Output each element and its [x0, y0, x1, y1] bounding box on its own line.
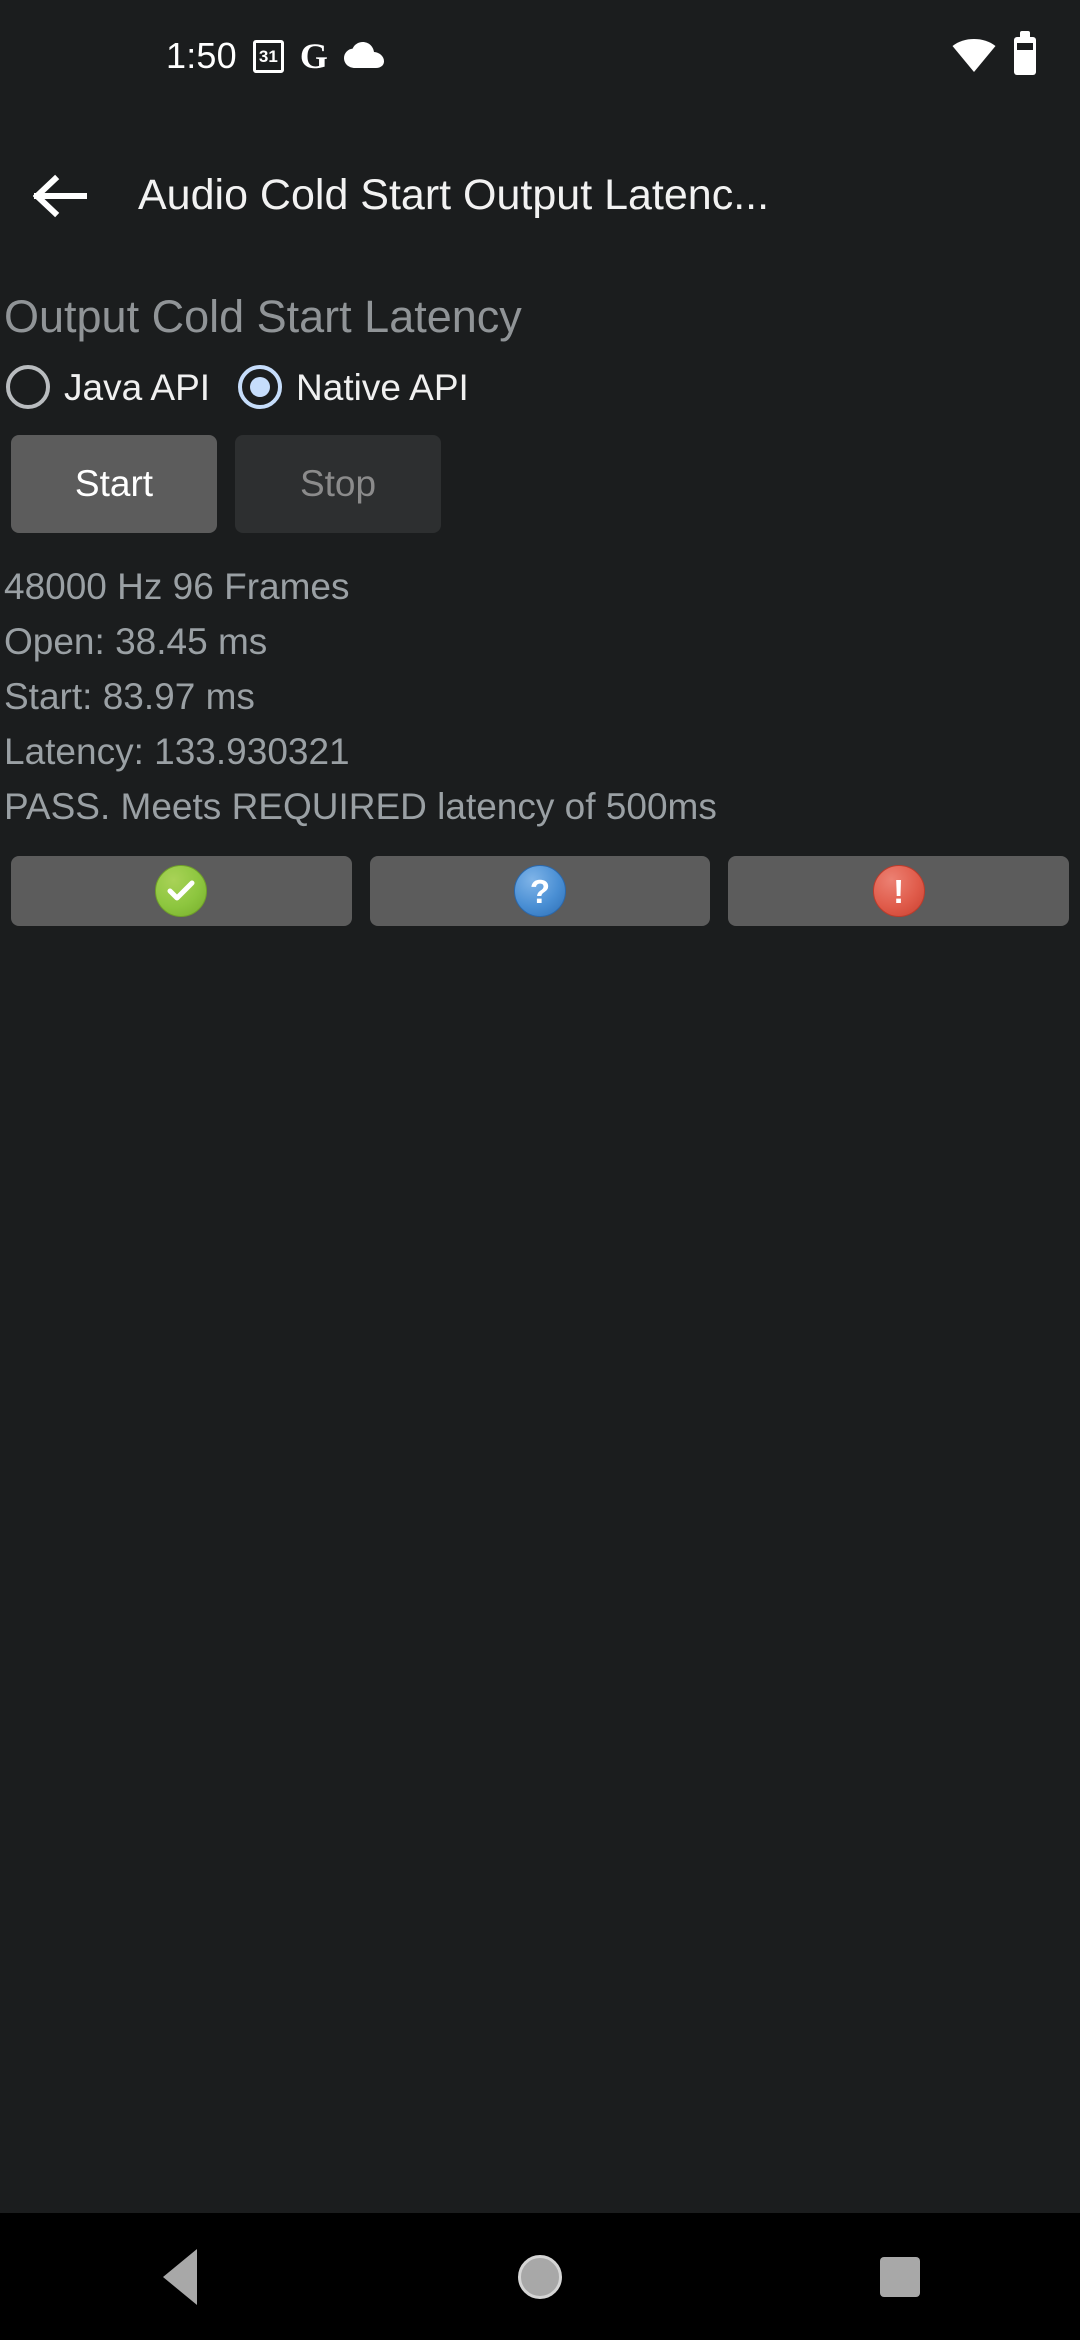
back-arrow-icon [33, 174, 87, 218]
radio-button-unchecked-icon [6, 365, 50, 409]
api-radio-group: Java API Native API [0, 339, 1080, 409]
phone-screen: 1:50 31 G Audio Cold Start Output Latenc… [0, 0, 1080, 2340]
status-bar-right [952, 31, 1036, 75]
result-line-open: Open: 38.45 ms [4, 621, 268, 662]
radio-label-native-api: Native API [296, 366, 469, 408]
status-bar: 1:50 31 G [0, 0, 1080, 112]
radio-label-java-api: Java API [64, 366, 211, 408]
stop-button: Stop [235, 435, 441, 533]
radio-option-native-api[interactable]: Native API [238, 365, 469, 409]
nav-back-icon [163, 2248, 197, 2305]
verdict-button-row: ? ! [0, 834, 1080, 926]
google-icon: G [299, 36, 328, 76]
nav-home-icon [518, 2254, 562, 2299]
result-line-format: 48000 Hz 96 Frames [4, 566, 350, 607]
back-button[interactable] [0, 136, 120, 256]
result-line-verdict: PASS. Meets REQUIRED latency of 500ms [4, 786, 717, 827]
nav-recents-icon [880, 2256, 920, 2297]
result-line-start: Start: 83.97 ms [4, 676, 255, 717]
section-title: Output Cold Start Latency [4, 291, 522, 342]
control-button-row: Start Stop [0, 409, 1080, 533]
calendar-icon: 31 [252, 39, 284, 73]
app-bar: Audio Cold Start Output Latenc... [0, 112, 1080, 280]
exclamation-circle-icon: ! [872, 865, 925, 917]
results-panel: 48000 Hz 96 Frames Open: 38.45 ms Start:… [0, 533, 1080, 834]
info-button[interactable]: ? [369, 856, 711, 926]
nav-recents-button[interactable] [810, 2213, 990, 2340]
page-title: Audio Cold Start Output Latenc... [138, 171, 770, 220]
question-circle-icon: ? [514, 865, 566, 917]
radio-option-java-api[interactable]: Java API [6, 365, 210, 409]
calendar-day-label: 31 [258, 46, 278, 66]
nav-home-button[interactable] [450, 2213, 630, 2340]
fail-button[interactable]: ! [728, 856, 1070, 926]
start-button[interactable]: Start [11, 435, 217, 533]
battery-icon [1014, 31, 1036, 75]
navigation-bar [0, 2213, 1080, 2340]
pass-button[interactable] [11, 856, 352, 926]
status-bar-left: 1:50 31 G [0, 38, 384, 74]
wifi-icon [952, 39, 996, 73]
result-line-latency: Latency: 133.930321 [4, 731, 350, 772]
radio-button-checked-icon [238, 365, 283, 409]
check-circle-icon [155, 865, 208, 917]
main-content: Output Cold Start Latency Java API Nativ… [0, 280, 1080, 926]
nav-back-button[interactable] [90, 2213, 270, 2340]
status-clock: 1:50 [166, 35, 237, 76]
cloud-icon [343, 42, 384, 70]
